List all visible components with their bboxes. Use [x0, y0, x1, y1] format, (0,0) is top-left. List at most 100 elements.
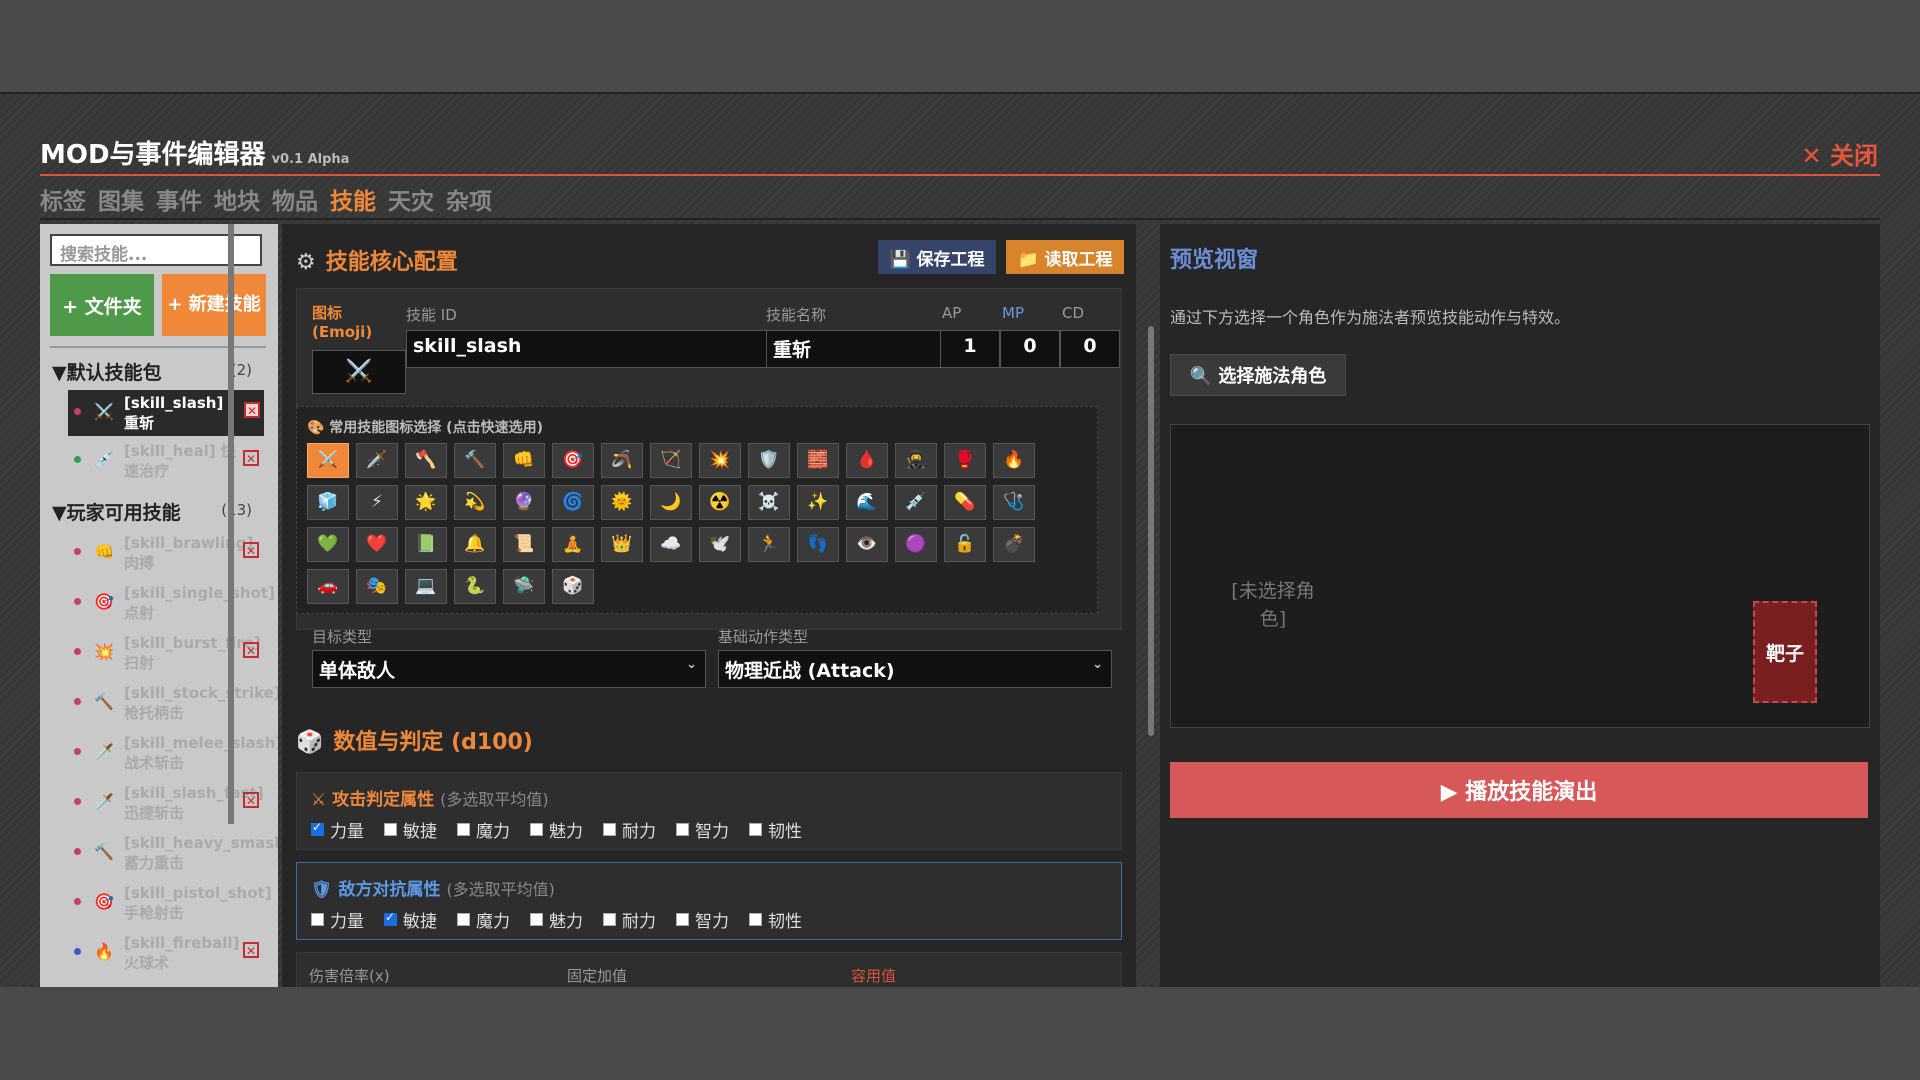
- icon-option[interactable]: 🎭: [356, 569, 398, 604]
- icon-option[interactable]: 🌙: [650, 485, 692, 520]
- icon-option[interactable]: 🥊: [944, 443, 986, 478]
- tab-misc[interactable]: 杂项: [446, 182, 492, 216]
- icon-option[interactable]: ❤️: [356, 527, 398, 562]
- checkbox-box[interactable]: [311, 913, 324, 926]
- icon-option[interactable]: 🌊: [846, 485, 888, 520]
- add-folder-button[interactable]: + 文件夹: [50, 274, 154, 336]
- icon-option[interactable]: 📜: [503, 527, 545, 562]
- tab-items[interactable]: 物品: [272, 182, 318, 216]
- icon-option[interactable]: 🕊️: [699, 527, 741, 562]
- attr-checkbox[interactable]: 力量: [311, 817, 364, 842]
- icon-option[interactable]: 💫: [454, 485, 496, 520]
- checkbox-box[interactable]: [530, 823, 543, 836]
- icon-option[interactable]: 🪓: [405, 443, 447, 478]
- remove-skill-icon[interactable]: ✕: [243, 792, 259, 808]
- icon-option[interactable]: 🟣: [895, 527, 937, 562]
- icon-option[interactable]: 📗: [405, 527, 447, 562]
- sidebar-scrollbar[interactable]: [228, 224, 234, 824]
- icon-option[interactable]: 🛸: [503, 569, 545, 604]
- skill-item-pistol-shot[interactable]: 🎯 [skill_pistol_shot] 手枪射击: [68, 880, 272, 926]
- remove-skill-icon[interactable]: ✕: [243, 642, 259, 658]
- attr-checkbox[interactable]: 韧性: [749, 907, 802, 932]
- checkbox-box[interactable]: [603, 913, 616, 926]
- mp-input[interactable]: 0: [1000, 330, 1060, 368]
- icon-option[interactable]: 🗡️: [356, 443, 398, 478]
- ap-input[interactable]: 1: [940, 330, 1000, 368]
- icon-option[interactable]: 🌟: [405, 485, 447, 520]
- icon-option[interactable]: ☢️: [699, 485, 741, 520]
- tab-labels[interactable]: 标签: [40, 182, 86, 216]
- attr-checkbox[interactable]: 魔力: [457, 817, 510, 842]
- attr-checkbox[interactable]: 智力: [676, 907, 729, 932]
- icon-option[interactable]: 🐍: [454, 569, 496, 604]
- cd-input[interactable]: 0: [1060, 330, 1120, 368]
- attr-checkbox[interactable]: 智力: [676, 817, 729, 842]
- icon-option[interactable]: ☠️: [748, 485, 790, 520]
- tab-disasters[interactable]: 天灾: [388, 182, 434, 216]
- save-project-button[interactable]: 💾 保存工程: [878, 240, 996, 274]
- icon-option[interactable]: 💻: [405, 569, 447, 604]
- attr-checkbox[interactable]: 力量: [311, 907, 364, 932]
- attr-checkbox[interactable]: 敏捷: [384, 817, 437, 842]
- icon-option[interactable]: 🎲: [552, 569, 594, 604]
- load-project-button[interactable]: 📁 读取工程: [1006, 240, 1124, 274]
- icon-option[interactable]: 🏹: [650, 443, 692, 478]
- icon-option[interactable]: 🔓: [944, 527, 986, 562]
- icon-option[interactable]: 🔥: [993, 443, 1035, 478]
- icon-option[interactable]: 💚: [307, 527, 349, 562]
- skill-item-slash[interactable]: ⚔️ [skill_slash] 重斩 ✕: [68, 390, 264, 436]
- new-skill-button[interactable]: + 新建技能: [162, 274, 266, 336]
- icon-option[interactable]: 🌞: [601, 485, 643, 520]
- checkbox-box[interactable]: [384, 910, 397, 926]
- attr-checkbox[interactable]: 魔力: [457, 907, 510, 932]
- tab-skills[interactable]: 技能: [330, 182, 376, 216]
- icon-option[interactable]: 💥: [699, 443, 741, 478]
- tab-atlas[interactable]: 图集: [98, 182, 144, 216]
- icon-option[interactable]: 🧊: [307, 485, 349, 520]
- icon-option[interactable]: 💣: [993, 527, 1035, 562]
- icon-option[interactable]: 🌀: [552, 485, 594, 520]
- tab-tiles[interactable]: 地块: [214, 182, 260, 216]
- icon-option[interactable]: 👑: [601, 527, 643, 562]
- skill-item-heavy-smash[interactable]: 🔨 [skill_heavy_smash] 蓄力重击: [68, 830, 278, 876]
- checkbox-box[interactable]: [749, 823, 762, 836]
- checkbox-box[interactable]: [530, 913, 543, 926]
- target-type-select[interactable]: 单体敌人 ⌄: [312, 650, 706, 688]
- icon-option[interactable]: 🏃: [748, 527, 790, 562]
- remove-skill-icon[interactable]: ✕: [243, 450, 259, 466]
- icon-option[interactable]: 🔔: [454, 527, 496, 562]
- attr-checkbox[interactable]: 韧性: [749, 817, 802, 842]
- attr-checkbox[interactable]: 耐力: [603, 907, 656, 932]
- close-button[interactable]: ✕ 关闭: [1802, 136, 1878, 171]
- icon-option[interactable]: 🩺: [993, 485, 1035, 520]
- icon-option[interactable]: 🩸: [846, 443, 888, 478]
- checkbox-box[interactable]: [676, 913, 689, 926]
- action-type-select[interactable]: 物理近战 (Attack) ⌄: [718, 650, 1112, 688]
- checkbox-box[interactable]: [749, 913, 762, 926]
- icon-option[interactable]: ⚔️: [307, 443, 349, 478]
- icon-option[interactable]: 🚗: [307, 569, 349, 604]
- attr-checkbox[interactable]: 敏捷: [384, 907, 437, 932]
- icon-option[interactable]: 💉: [895, 485, 937, 520]
- play-skill-button[interactable]: ▶ 播放技能演出: [1170, 762, 1868, 818]
- attr-checkbox[interactable]: 魅力: [530, 907, 583, 932]
- checkbox-box[interactable]: [457, 913, 470, 926]
- icon-option[interactable]: 🎯: [552, 443, 594, 478]
- select-caster-button[interactable]: 🔍 选择施法角色: [1170, 354, 1346, 396]
- remove-skill-icon[interactable]: ✕: [244, 402, 260, 418]
- skill-id-input[interactable]: skill_slash: [406, 330, 772, 368]
- remove-skill-icon[interactable]: ✕: [243, 542, 259, 558]
- icon-option[interactable]: 💊: [944, 485, 986, 520]
- icon-option[interactable]: 🛡️: [748, 443, 790, 478]
- icon-option[interactable]: 🔮: [503, 485, 545, 520]
- remove-skill-icon[interactable]: ✕: [243, 942, 259, 958]
- icon-option[interactable]: 👁️: [846, 527, 888, 562]
- icon-option[interactable]: 👊: [503, 443, 545, 478]
- icon-option[interactable]: 👣: [797, 527, 839, 562]
- icon-option[interactable]: 🧱: [797, 443, 839, 478]
- checkbox-box[interactable]: [311, 820, 324, 836]
- checkbox-box[interactable]: [457, 823, 470, 836]
- skill-name-input[interactable]: 重斩: [766, 330, 946, 368]
- icon-emoji-input[interactable]: ⚔️: [312, 350, 406, 394]
- skill-item-fireball[interactable]: 🔥 [skill_fireball] 火球术 ✕: [68, 930, 263, 976]
